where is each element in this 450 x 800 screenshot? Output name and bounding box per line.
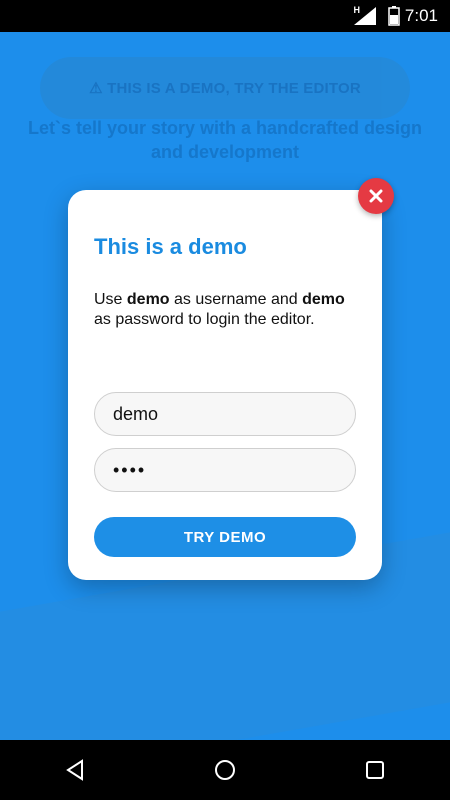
- status-time: 7:01: [404, 6, 438, 25]
- demo-modal: This is a demo Use demo as username and …: [68, 190, 382, 580]
- signal-icon: [354, 7, 376, 25]
- password-input[interactable]: [94, 448, 356, 492]
- modal-description: Use demo as username and demo as passwor…: [94, 290, 364, 330]
- recents-icon: [366, 761, 384, 779]
- username-input[interactable]: [94, 392, 356, 436]
- desc-part-bold: demo: [126, 291, 170, 308]
- close-icon: [369, 189, 383, 203]
- navigation-bar: [0, 740, 450, 800]
- back-icon: [66, 759, 83, 781]
- battery-icon: [388, 6, 400, 26]
- recents-button[interactable]: [353, 748, 397, 792]
- home-icon: [215, 760, 235, 780]
- back-button[interactable]: [53, 748, 97, 792]
- home-button[interactable]: [203, 748, 247, 792]
- status-bar: H 7:01: [0, 0, 450, 32]
- try-demo-button[interactable]: TRY DEMO: [94, 517, 356, 557]
- desc-part: Use: [94, 291, 127, 308]
- modal-title: This is a demo: [94, 234, 247, 259]
- close-button[interactable]: [358, 178, 394, 214]
- desc-part-bold: demo: [302, 291, 345, 308]
- desc-part: as username and: [169, 291, 303, 308]
- desc-part: as password to login the editor.: [94, 311, 315, 328]
